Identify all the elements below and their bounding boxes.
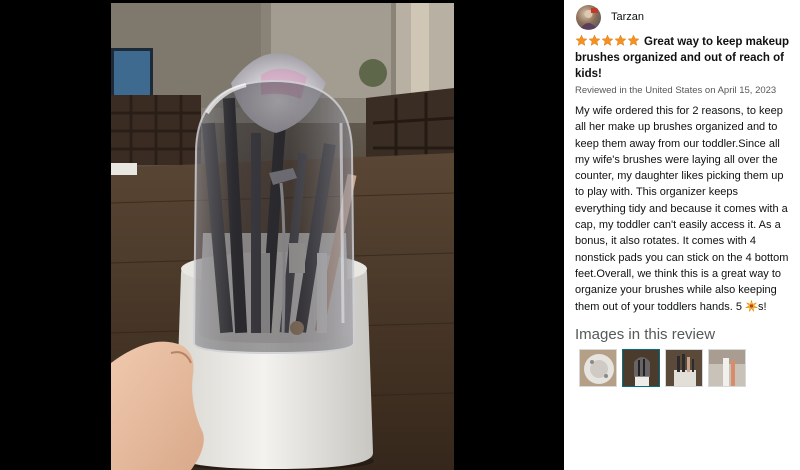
thumbnail-4[interactable] bbox=[708, 349, 746, 387]
review-body-line: feet.Overall, we think this is a great w… bbox=[575, 267, 782, 280]
review-body-line: organize your brushes while also keeping bbox=[575, 284, 777, 297]
reviewer-profile[interactable]: Tarzan bbox=[576, 4, 644, 30]
review-panel: Tarzan Great way to keep makeup brushes … bbox=[564, 0, 800, 470]
star-icon bbox=[601, 34, 614, 46]
star-icon bbox=[575, 34, 588, 46]
thumbnail-1[interactable] bbox=[579, 349, 617, 387]
star-icon bbox=[588, 34, 601, 46]
review-photo[interactable] bbox=[111, 3, 454, 470]
review-body-line: my wife's brushes were laying all over t… bbox=[575, 153, 778, 166]
review-body-line: everything tidy and because it comes wit… bbox=[575, 202, 788, 215]
image-viewer bbox=[0, 0, 564, 470]
review-body-last-line-suffix: s! bbox=[758, 300, 767, 313]
review-body-line: cap, my toddler can't easily access it. … bbox=[575, 219, 781, 232]
review-body-line: counter, my daughter likes picking them … bbox=[575, 170, 784, 183]
thumbnail-3[interactable] bbox=[665, 349, 703, 387]
review-body-line: My wife ordered this for 2 reasons, to k… bbox=[575, 105, 783, 117]
review-body: My wife ordered this for 2 reasons, to k… bbox=[575, 103, 800, 315]
review-body-line: all her make up brushes organized and to bbox=[575, 121, 778, 134]
star-rating[interactable] bbox=[575, 34, 640, 47]
review-body-last-line-prefix: them out of your toddlers hands. 5 bbox=[575, 300, 745, 313]
star-icon bbox=[614, 34, 627, 46]
review-title-line-1: Great way to keep makeup bbox=[644, 36, 790, 48]
review-title-line-3: kids! bbox=[575, 68, 602, 80]
review-date: Reviewed in the United States on April 1… bbox=[575, 85, 777, 96]
review-body-line: nonstick pads you can stick on the 4 bot… bbox=[575, 251, 789, 264]
images-section-heading: Images in this review bbox=[575, 326, 716, 343]
review-body-line: to play with. This organizer keeps bbox=[575, 186, 739, 199]
reviewer-name[interactable]: Tarzan bbox=[611, 11, 644, 23]
thumbnail-2[interactable] bbox=[622, 349, 660, 387]
star-icon bbox=[627, 34, 640, 46]
review-body-last-line: them out of your toddlers hands. 5 s! bbox=[575, 299, 800, 315]
review-body-line: keep them away from our toddler.Since al… bbox=[575, 137, 780, 150]
sparkle-star-emoji-icon bbox=[745, 299, 758, 312]
review-image-thumbnails bbox=[579, 349, 746, 387]
photo-scene bbox=[111, 3, 454, 470]
review-title-line-2: brushes organized and out of reach of bbox=[575, 52, 784, 64]
user-avatar-icon[interactable] bbox=[576, 4, 601, 30]
review-body-line: bonus, it also rotates. It comes with 4 bbox=[575, 235, 756, 248]
review-heading: Great way to keep makeup brushes organiz… bbox=[575, 34, 795, 82]
